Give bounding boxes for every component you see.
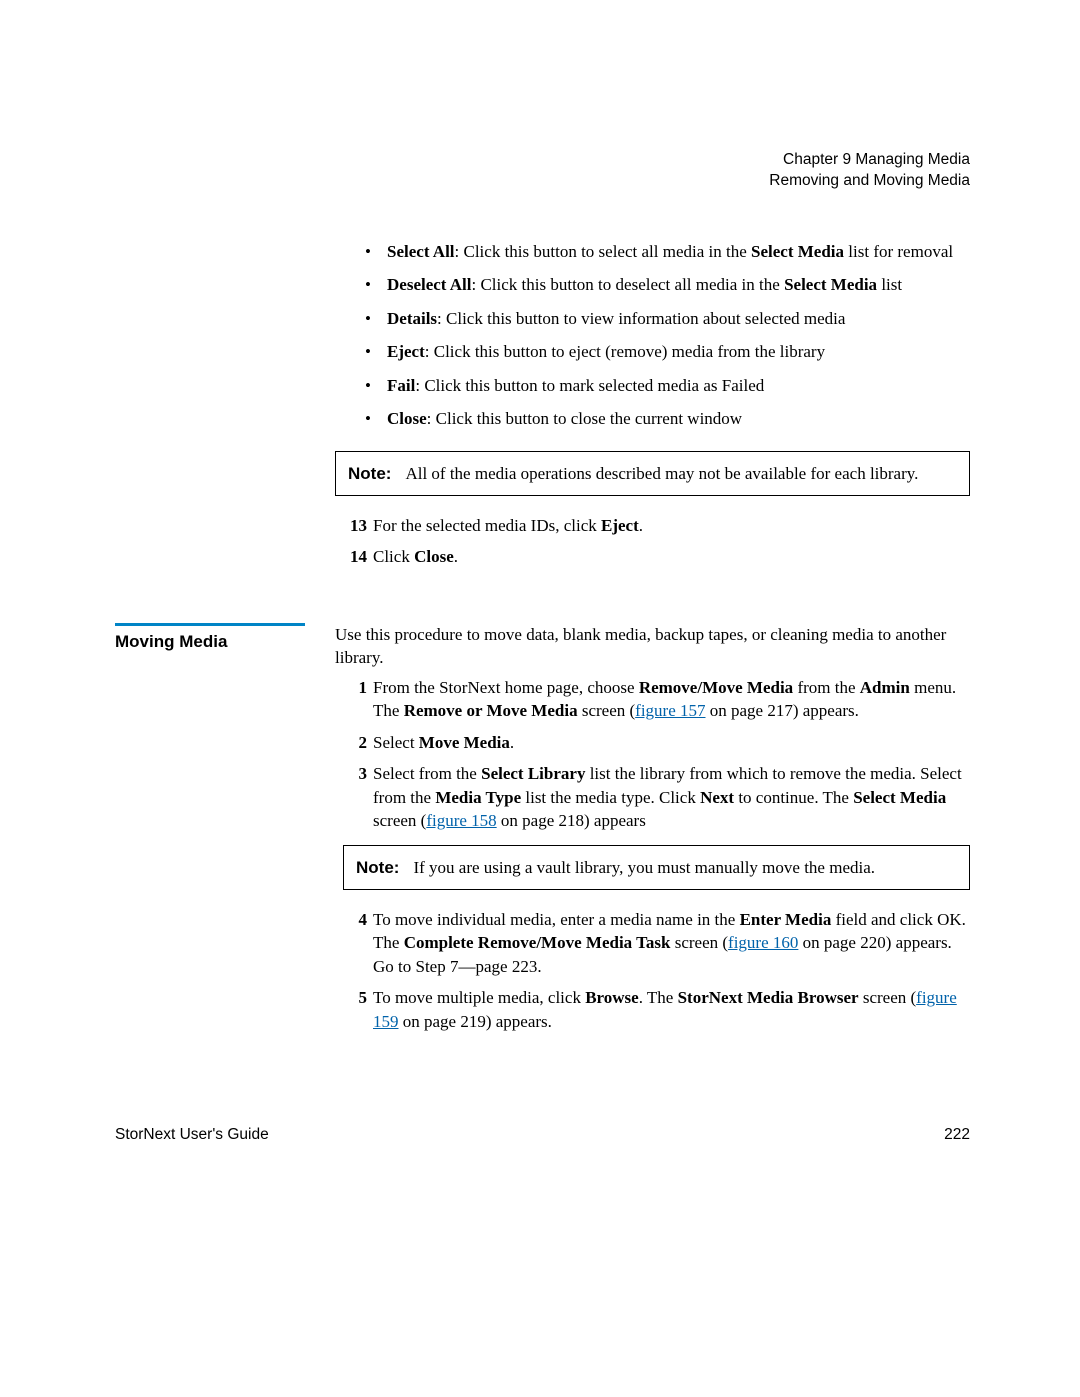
figure-158-link[interactable]: figure 158	[426, 811, 496, 830]
steps-list: For the selected media IDs, click Eject.…	[335, 514, 970, 569]
top-block: Select All: Click this button to select …	[115, 240, 970, 577]
note-box: Note: If you are using a vault library, …	[343, 845, 970, 890]
page-number: 222	[944, 1126, 970, 1144]
figure-157-link[interactable]: figure 157	[635, 701, 705, 720]
list-item: Eject: Click this button to eject (remov…	[365, 340, 970, 363]
note-text: If you are using a vault library, you mu…	[413, 856, 957, 879]
step-1: From the StorNext home page, choose Remo…	[343, 676, 970, 723]
page-header: Chapter 9 Managing Media Removing and Mo…	[115, 150, 970, 192]
list-item: Deselect All: Click this button to desel…	[365, 273, 970, 296]
button-description-list: Select All: Click this button to select …	[335, 240, 970, 431]
step-2: Select Move Media.	[343, 731, 970, 754]
note-box: Note: All of the media operations descri…	[335, 451, 970, 496]
figure-160-link[interactable]: figure 160	[728, 933, 798, 952]
header-section: Removing and Moving Media	[115, 171, 970, 192]
list-item: Close: Click this button to close the cu…	[365, 407, 970, 430]
list-item: Fail: Click this button to mark selected…	[365, 374, 970, 397]
intro-paragraph: Use this procedure to move data, blank m…	[335, 623, 970, 670]
step-5: To move multiple media, click Browse. Th…	[343, 986, 970, 1033]
moving-media-section: Moving Media Use this procedure to move …	[115, 623, 970, 1041]
note-label: Note:	[348, 462, 391, 485]
step-13: For the selected media IDs, click Eject.	[343, 514, 970, 537]
page: Chapter 9 Managing Media Removing and Mo…	[0, 0, 1080, 1041]
step-4: To move individual media, enter a media …	[343, 908, 970, 978]
note-label: Note:	[356, 856, 399, 879]
step-14: Click Close.	[343, 545, 970, 568]
note-text: All of the media operations described ma…	[405, 462, 957, 485]
section-heading: Moving Media	[115, 623, 305, 652]
procedure-steps: From the StorNext home page, choose Remo…	[335, 676, 970, 833]
page-footer: StorNext User's Guide 222	[115, 1126, 970, 1144]
footer-title: StorNext User's Guide	[115, 1126, 269, 1144]
list-item: Details: Click this button to view infor…	[365, 307, 970, 330]
list-item: Select All: Click this button to select …	[365, 240, 970, 263]
procedure-steps-cont: To move individual media, enter a media …	[335, 908, 970, 1033]
step-3: Select from the Select Library list the …	[343, 762, 970, 832]
header-chapter: Chapter 9 Managing Media	[115, 150, 970, 171]
